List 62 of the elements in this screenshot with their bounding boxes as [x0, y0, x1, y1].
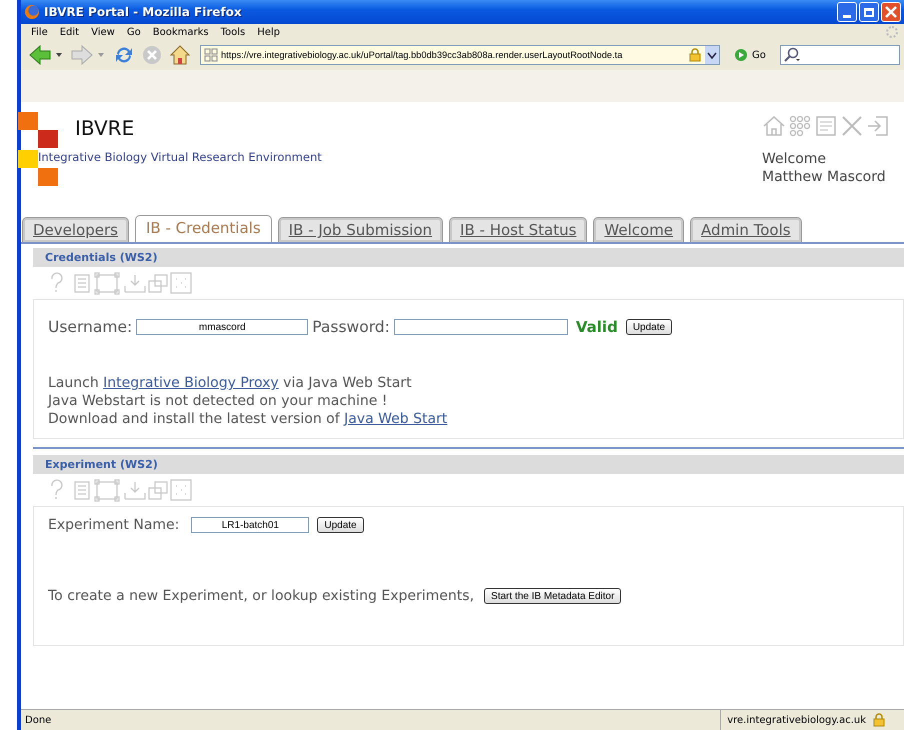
panel-title: Experiment (WS2) — [33, 455, 904, 474]
tools-icon[interactable] — [840, 114, 864, 138]
status-text: Valid — [576, 318, 618, 336]
tab[interactable]: IB - Job Submission — [278, 217, 444, 242]
address-field[interactable]: https://vre.integrativebiology.ac.uk/uPortal/tag.bb0db39cc3ab808a.render.userLayoutRootNode.ta — [200, 45, 720, 65]
tab[interactable]: Developers — [22, 217, 129, 242]
status-text: Done — [25, 714, 52, 726]
update-button[interactable]: Update — [626, 319, 672, 335]
welcome-text: Matthew Mascord — [762, 168, 887, 186]
link[interactable]: Integrative Biology Proxy — [103, 375, 279, 391]
tab[interactable]: Welcome — [593, 217, 684, 242]
grid-icon[interactable] — [788, 114, 812, 138]
metadata-editor-button[interactable]: Start the IB Metadata Editor — [484, 588, 622, 604]
prompt-text: To create a new Experiment, or lookup existing Experiments, — [48, 588, 474, 604]
lock-icon — [872, 713, 886, 727]
tab[interactable]: Admin Tools — [690, 217, 802, 242]
search-icon — [782, 47, 801, 63]
site-subtitle: Integrative Biology Virtual Research Environment — [38, 150, 322, 164]
dropdown-icon[interactable] — [56, 53, 62, 57]
menu-item[interactable]: Go — [120, 26, 147, 38]
password-label: Password: — [312, 318, 390, 336]
back-icon[interactable] — [29, 45, 51, 65]
tab[interactable]: IB - Host Status — [449, 217, 588, 242]
close-button[interactable] — [881, 2, 901, 22]
link[interactable]: Java Web Start — [344, 411, 448, 427]
password-field[interactable] — [394, 319, 568, 335]
menu-item[interactable]: Tools — [214, 26, 252, 38]
document-icon[interactable] — [814, 114, 838, 138]
lock-icon — [688, 48, 702, 62]
host-text: vre.integrativebiology.ac.uk — [727, 714, 866, 726]
go-icon[interactable] — [734, 48, 748, 62]
window-title: IBVRE Portal - Mozilla Firefox — [44, 5, 243, 19]
experiment-name-field[interactable]: LR1-batch01 — [191, 517, 310, 533]
experiment-name-label: Experiment Name: — [48, 517, 180, 533]
welcome-text: Welcome — [762, 150, 828, 168]
panel-title: Credentials (WS2) — [33, 248, 904, 267]
menu-item[interactable]: View — [85, 26, 121, 38]
site-icon — [204, 48, 218, 62]
info-text: Java Webstart is not detected on your machine ! — [48, 392, 388, 410]
maximize-button[interactable] — [859, 2, 879, 22]
username-field[interactable]: mmascord — [136, 319, 308, 335]
tab[interactable]: IB - Credentials — [134, 215, 272, 242]
dropdown-icon[interactable] — [705, 46, 719, 64]
firefox-icon — [25, 5, 39, 19]
minimize-button[interactable] — [837, 2, 857, 22]
home-icon[interactable] — [169, 44, 191, 66]
username-label: Username: — [48, 318, 132, 336]
logout-icon[interactable] — [866, 114, 890, 138]
site-title: IBVRE — [75, 116, 136, 140]
forward-icon[interactable] — [71, 45, 93, 65]
menu-item[interactable]: Edit — [54, 26, 86, 38]
search-field[interactable] — [780, 45, 900, 65]
menu-item[interactable]: File — [25, 26, 54, 38]
stop-icon[interactable] — [142, 45, 162, 65]
throbber-icon — [886, 26, 898, 38]
go-button[interactable]: Go — [752, 50, 766, 60]
menu-item[interactable]: Help — [251, 26, 286, 38]
home-icon[interactable] — [762, 114, 786, 138]
update-button[interactable]: Update — [317, 517, 364, 533]
menu-item[interactable]: Bookmarks — [146, 26, 215, 38]
info-text: Launch Integrative Biology Proxy via Java Web Start — [48, 374, 413, 392]
info-text: Download and install the latest version of Java Web Start — [48, 410, 448, 428]
